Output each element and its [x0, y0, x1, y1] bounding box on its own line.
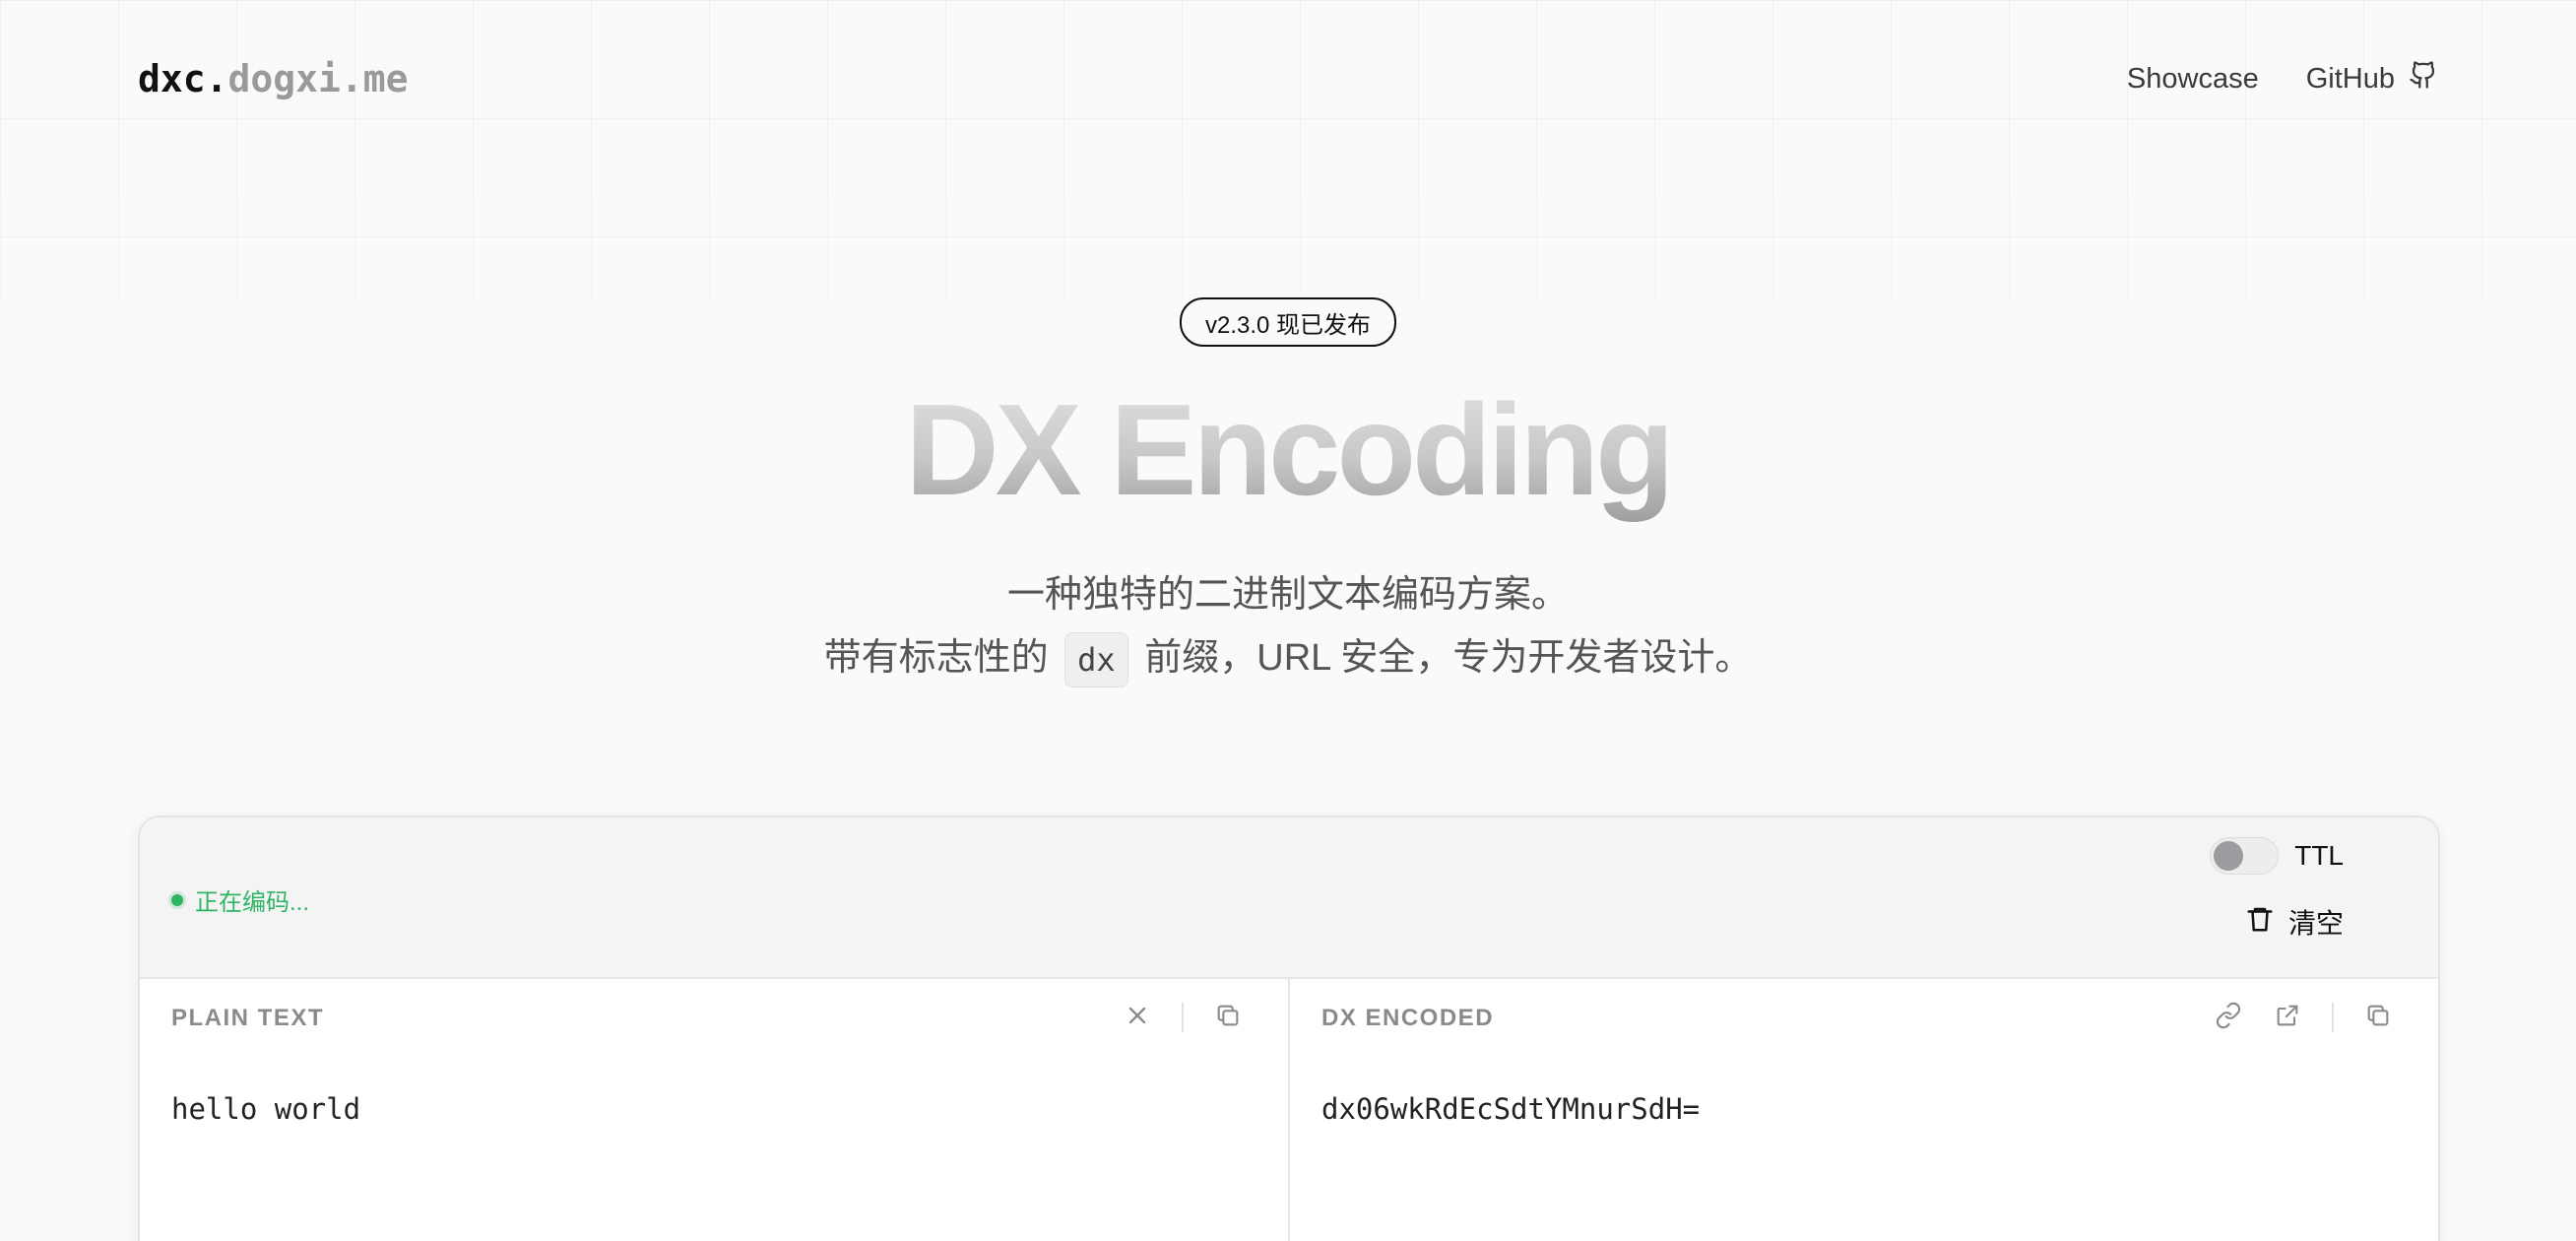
dx-encoded-label: DX ENCODED [1321, 1005, 1495, 1031]
copy-icon [1214, 1002, 1242, 1034]
logo-domain: dogxi.me [227, 57, 409, 100]
open-external-button[interactable] [2265, 995, 2310, 1040]
status-dot-icon [171, 893, 183, 906]
nav-github-label: GitHub [2305, 62, 2395, 95]
x-icon [1124, 1002, 1151, 1034]
plain-text-pane: PLAIN TEXT hello world [140, 979, 1288, 1241]
hero-title: DX Encoding [0, 376, 2576, 524]
ttl-toggle[interactable] [2210, 837, 2280, 875]
clear-button[interactable]: 清空 [2245, 902, 2344, 942]
encoder-panes: PLAIN TEXT hello world DX ENCODED dx06wk… [140, 979, 2438, 1241]
external-link-icon [2274, 1002, 2301, 1034]
action-separator [2332, 1003, 2334, 1032]
clear-input-button[interactable] [1115, 995, 1160, 1040]
hero-subtitle-line2-after: 前缀，URL 安全，专为开发者设计。 [1144, 637, 1753, 679]
link-icon [2215, 1002, 2242, 1034]
copy-encoded-button[interactable] [2355, 995, 2401, 1040]
nav-showcase-link[interactable]: Showcase [2127, 63, 2259, 96]
nav: Showcase GitHub [2127, 60, 2438, 98]
action-separator [1182, 1003, 1184, 1032]
copy-icon [2364, 1002, 2392, 1034]
hero-subtitle: 一种独特的二进制文本编码方案。 带有标志性的 dx 前缀，URL 安全，专为开发… [0, 563, 2576, 689]
clear-label: 清空 [2287, 908, 2344, 939]
plain-text-label: PLAIN TEXT [171, 1005, 325, 1031]
hero-subtitle-line1: 一种独特的二进制文本编码方案。 [1006, 574, 1569, 616]
copy-plain-button[interactable] [1205, 995, 1251, 1040]
plain-text-actions [1115, 995, 1251, 1040]
logo[interactable]: dxc.dogxi.me [138, 57, 409, 100]
nav-showcase-label: Showcase [2126, 62, 2259, 95]
plain-text-input[interactable]: hello world [171, 1089, 1256, 1237]
trash-icon [2245, 904, 2275, 941]
dx-encoded-actions [2206, 995, 2401, 1040]
dx-encoded-pane: DX ENCODED dx06wkRdEcSdtYMnurSdH= [1288, 979, 2438, 1241]
encoding-status-text: 正在编码... [195, 889, 310, 916]
share-link-button[interactable] [2206, 995, 2251, 1040]
ttl-toggle-control[interactable]: TTL [2210, 837, 2344, 875]
nav-github-link[interactable]: GitHub [2306, 60, 2438, 98]
hero-subtitle-line2-before: 带有标志性的 [823, 637, 1049, 679]
encoding-status: 正在编码... [171, 882, 309, 917]
dx-prefix-code: dx [1064, 631, 1128, 687]
version-badge[interactable]: v2.3.0 现已发布 [1179, 297, 1397, 347]
dx-encoded-output[interactable]: dx06wkRdEcSdtYMnurSdH= [1321, 1089, 2407, 1237]
ttl-toggle-knob [2214, 841, 2244, 871]
logo-main: dxc. [138, 57, 228, 100]
header: dxc.dogxi.me Showcase GitHub [138, 39, 2438, 118]
page: dxc.dogxi.me Showcase GitHub v2.3.0 现已发布… [0, 0, 2576, 1241]
hero-subtitle-line2: 带有标志性的 dx 前缀，URL 安全，专为开发者设计。 [0, 626, 2576, 689]
github-icon [2409, 60, 2438, 98]
encoder-toolbar: 正在编码... TTL 清空 [140, 817, 2438, 979]
encoder-card: 正在编码... TTL 清空 PLAIN TEXT hello world DX… [138, 816, 2440, 1241]
ttl-label: TTL [2294, 840, 2344, 871]
